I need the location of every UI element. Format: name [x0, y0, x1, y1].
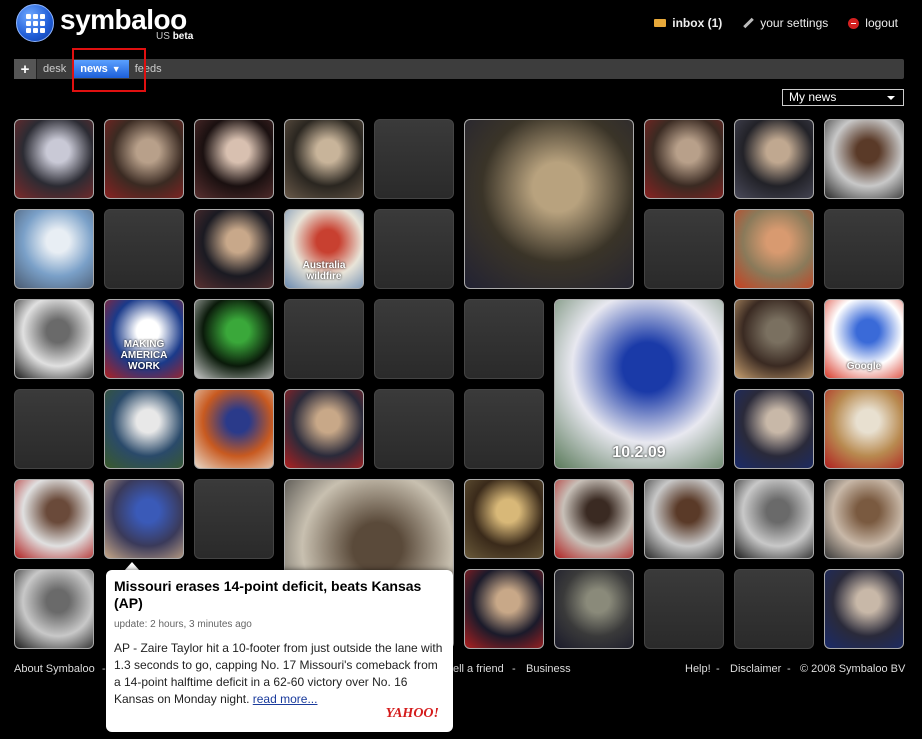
inbox-link[interactable]: inbox (1)	[654, 16, 722, 30]
news-tile-man-holding-head[interactable]	[284, 119, 364, 199]
news-tile-man-speaking[interactable]	[14, 479, 94, 559]
news-tile-soldier-in-hallway[interactable]	[734, 299, 814, 379]
empty-tile[interactable]	[734, 569, 814, 649]
empty-tile[interactable]	[464, 389, 544, 469]
tab-bar: + desk news ▼ feeds	[14, 59, 904, 79]
news-tile-burning-flag[interactable]	[194, 389, 274, 469]
news-tile-snowy-mountain[interactable]	[14, 209, 94, 289]
logout-icon	[848, 17, 860, 29]
tab-desk[interactable]: desk	[37, 59, 72, 79]
footer-separator: -	[787, 663, 791, 675]
news-tile-australia-wildfire-map[interactable]: Australia wildfire	[284, 209, 364, 289]
news-tile-black-and-white-portrait[interactable]	[14, 299, 94, 379]
help-link[interactable]: Help!	[685, 663, 711, 675]
logo-grid-icon	[16, 4, 54, 42]
popup-body: AP - Zaire Taylor hit a 10-footer from j…	[114, 641, 443, 706]
tile-caption: Australia wildfire	[302, 260, 346, 282]
news-tile-basketball-game[interactable]	[644, 119, 724, 199]
tab-highlight-box	[72, 48, 146, 92]
news-tile-black-and-white-group[interactable]	[734, 479, 814, 559]
news-tile-man-with-glasses[interactable]	[824, 119, 904, 199]
news-tile-crowd-and-speaker[interactable]	[194, 209, 274, 289]
footer-separator: -	[512, 663, 516, 675]
wrench-icon	[742, 17, 754, 29]
news-tile-man-at-podium-with-seal[interactable]	[464, 569, 544, 649]
news-tile-man-smiling[interactable]	[824, 479, 904, 559]
empty-tile[interactable]	[194, 479, 274, 559]
logout-link[interactable]: logout	[848, 16, 898, 30]
news-tile-making-america-work-sign[interactable]: MAKING AMERICA WORK	[104, 299, 184, 379]
business-link[interactable]: Business	[526, 663, 571, 675]
empty-tile[interactable]	[644, 569, 724, 649]
news-tile-election-campaign-poster[interactable]: 10.2.09	[554, 299, 724, 469]
footer-separator: -	[716, 663, 720, 675]
news-tile-men-in-military-setting[interactable]	[554, 569, 634, 649]
empty-tile[interactable]	[464, 299, 544, 379]
tile-caption: MAKING AMERICA WORK	[120, 339, 168, 372]
empty-tile[interactable]	[824, 209, 904, 289]
empty-tile[interactable]	[374, 299, 454, 379]
plus-icon: +	[20, 60, 30, 78]
empty-tile[interactable]	[104, 209, 184, 289]
empty-tile[interactable]	[374, 209, 454, 289]
read-more-link[interactable]: read more...	[253, 692, 318, 706]
empty-tile[interactable]	[374, 389, 454, 469]
news-tile-man-with-glasses[interactable]	[644, 479, 724, 559]
envelope-icon	[654, 19, 667, 27]
news-tile-baseball-player[interactable]	[104, 389, 184, 469]
news-popup: Missouri erases 14-point deficit, beats …	[106, 570, 453, 732]
news-tile-basketball-court[interactable]	[824, 389, 904, 469]
news-tile-celebrities-on-red-carpet[interactable]	[194, 119, 274, 199]
news-tile-man-in-suit[interactable]	[554, 479, 634, 559]
news-tile-google-logo[interactable]: Google	[824, 299, 904, 379]
news-tile-woman-in-swimsuit[interactable]	[734, 209, 814, 289]
chevron-down-icon	[887, 96, 895, 100]
logo-subtitle: US beta	[156, 31, 194, 42]
news-tile-man-in-suit-with-flags[interactable]	[284, 389, 364, 469]
news-tile-basketball-dunk[interactable]	[104, 479, 184, 559]
news-tile-coach[interactable]	[824, 569, 904, 649]
popup-title[interactable]: Missouri erases 14-point deficit, beats …	[114, 578, 444, 612]
empty-tile[interactable]	[284, 299, 364, 379]
copyright-text: © 2008 Symbaloo BV	[800, 663, 906, 675]
empty-tile[interactable]	[374, 119, 454, 199]
popup-update-time: update: 2 hours, 3 minutes ago	[114, 619, 252, 630]
feed-select[interactable]: My news	[782, 89, 904, 106]
news-tile-chandelier-room[interactable]	[464, 479, 544, 559]
disclaimer-link[interactable]: Disclaimer	[730, 663, 781, 675]
empty-tile[interactable]	[14, 389, 94, 469]
news-tile-coach-on-sideline[interactable]	[734, 389, 814, 469]
news-tile-officials-at-conference-table[interactable]	[464, 119, 634, 289]
yahoo-logo: YAHOO!	[385, 706, 439, 721]
empty-tile[interactable]	[644, 209, 724, 289]
news-tile-dancers-on-stage[interactable]	[194, 299, 274, 379]
about-link[interactable]: About Symbaloo	[14, 663, 95, 675]
tile-caption: Google	[846, 361, 882, 372]
tile-caption: 10.2.09	[612, 444, 666, 462]
news-tile-black-and-white-group[interactable]	[14, 569, 94, 649]
settings-link[interactable]: your settings	[742, 16, 828, 30]
add-tab-button[interactable]: +	[14, 59, 37, 79]
top-navigation: inbox (1) your settings logout	[654, 16, 898, 30]
tell-friend-link[interactable]: ell a friend	[453, 663, 504, 675]
news-tile-basketball-game[interactable]	[104, 119, 184, 199]
news-tile-basketball-player-driving[interactable]	[14, 119, 94, 199]
news-tile-man-in-suit-at-podium[interactable]	[734, 119, 814, 199]
